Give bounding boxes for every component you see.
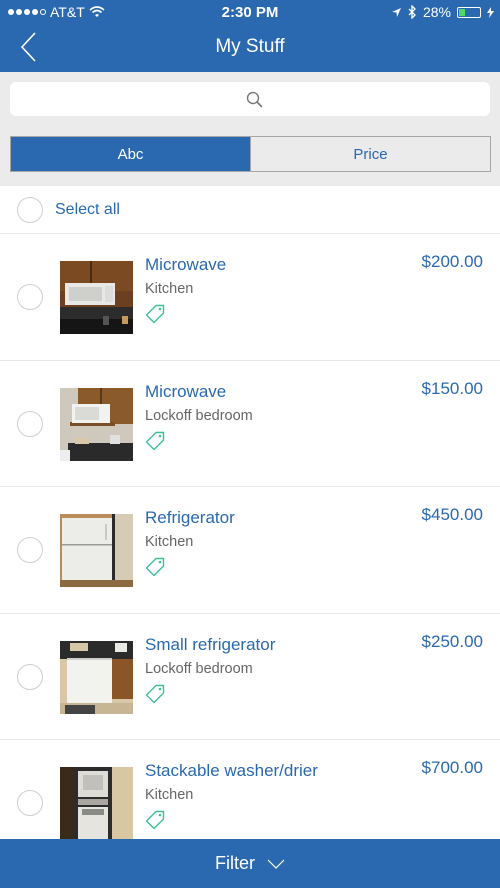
tab-sort-abc[interactable]: Abc xyxy=(11,137,250,171)
nav-header: AT&T 2:30 PM 28% My Stuff xyxy=(0,0,500,72)
item-name: Microwave xyxy=(145,255,227,274)
tag-icon[interactable] xyxy=(145,810,165,830)
sort-segmented-control: Abc Price xyxy=(10,136,491,172)
search-input[interactable] xyxy=(10,82,490,116)
item-price: $250.00 xyxy=(421,631,483,651)
item-checkbox[interactable] xyxy=(17,790,43,816)
page-title: My Stuff xyxy=(215,36,285,57)
search-and-sort-area: Abc Price xyxy=(0,72,500,186)
item-checkbox[interactable] xyxy=(17,663,43,690)
item-room: Lockoff bedroom xyxy=(145,407,253,424)
filter-button[interactable]: Filter xyxy=(0,839,500,888)
item-name: Refrigerator xyxy=(145,508,235,527)
status-bar: AT&T 2:30 PM 28% xyxy=(0,0,500,26)
search-icon xyxy=(246,91,263,108)
status-indicators: 28% xyxy=(391,4,494,20)
list-item[interactable]: Small refrigerator Lockoff bedroom $250.… xyxy=(0,614,500,740)
location-arrow-icon xyxy=(391,7,401,17)
bluetooth-icon xyxy=(408,5,416,19)
item-room: Kitchen xyxy=(145,534,194,550)
item-checkbox[interactable] xyxy=(17,284,43,310)
item-checkbox[interactable] xyxy=(17,537,43,563)
item-name: Stackable washer/drier xyxy=(145,761,318,780)
filter-label: Filter xyxy=(215,853,255,873)
item-price: $450.00 xyxy=(421,505,483,524)
list-item[interactable]: Refrigerator Kitchen $450.00 xyxy=(0,487,500,614)
item-price: $200.00 xyxy=(421,252,483,271)
item-checkbox[interactable] xyxy=(17,410,43,437)
item-room: Kitchen xyxy=(145,787,194,803)
item-price: $150.00 xyxy=(421,378,483,398)
item-room: Lockoff bedroom xyxy=(145,660,253,677)
item-name: Microwave xyxy=(145,381,227,401)
tab-sort-price[interactable]: Price xyxy=(250,137,490,171)
battery-level xyxy=(459,8,466,16)
item-thumbnail xyxy=(60,387,133,461)
item-thumbnail xyxy=(60,767,133,840)
tag-icon[interactable] xyxy=(145,431,165,451)
item-price: $700.00 xyxy=(421,758,483,777)
tag-icon[interactable] xyxy=(145,684,165,704)
select-all-label: Select all xyxy=(55,201,120,218)
charging-bolt-icon xyxy=(487,6,494,18)
tag-icon[interactable] xyxy=(145,557,165,577)
battery-icon xyxy=(457,6,481,18)
items-list: Microwave Kitchen $200.00 Microwave Lock… xyxy=(0,234,500,867)
item-thumbnail xyxy=(60,640,133,714)
item-room: Kitchen xyxy=(145,281,194,297)
item-thumbnail xyxy=(60,514,133,587)
battery-percent: 28% xyxy=(422,4,451,20)
item-name: Small refrigerator xyxy=(145,634,276,654)
item-thumbnail xyxy=(60,261,133,334)
select-all-row[interactable]: Select all xyxy=(0,186,500,234)
chevron-down-icon xyxy=(267,859,285,869)
tag-icon[interactable] xyxy=(145,304,165,324)
list-item[interactable]: Microwave Lockoff bedroom $150.00 xyxy=(0,361,500,487)
list-item[interactable]: Microwave Kitchen $200.00 xyxy=(0,234,500,361)
select-all-checkbox[interactable] xyxy=(17,197,43,223)
